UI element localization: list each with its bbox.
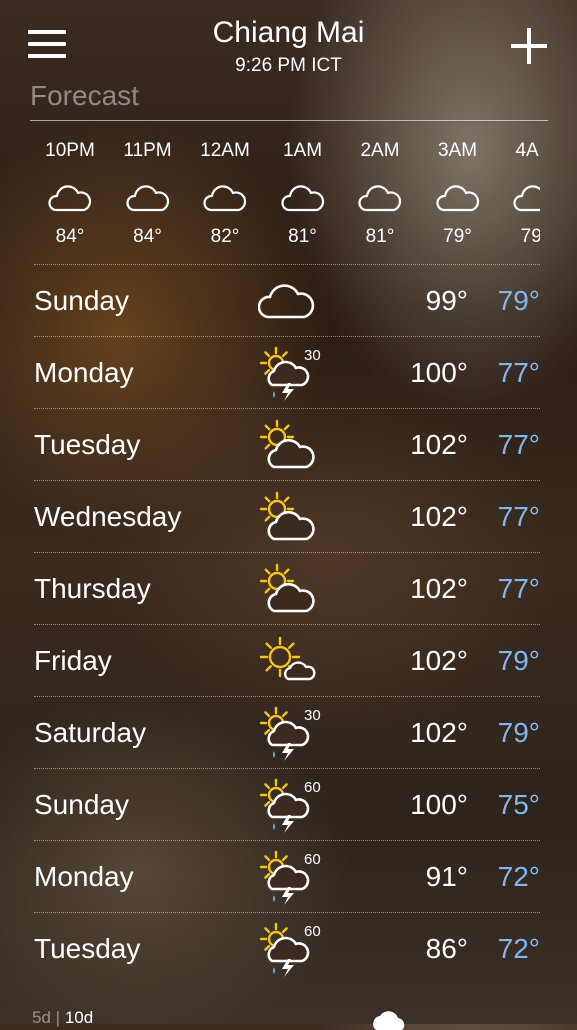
- mostly-sunny-icon: [258, 633, 316, 689]
- cloud-icon: [48, 180, 92, 212]
- city-name: Chiang Mai: [212, 16, 365, 49]
- cloud-icon: [125, 180, 170, 212]
- cloud-icon: [513, 180, 540, 212]
- hour-label: 12AM: [200, 140, 250, 161]
- high-temperature: 100°: [410, 789, 468, 820]
- low-temperature: 79°: [497, 645, 540, 676]
- high-temperature: 86°: [425, 933, 468, 964]
- 10-day-option[interactable]: 10d: [65, 1008, 93, 1027]
- low-temperature: 77°: [497, 429, 540, 460]
- high-temperature: 102°: [410, 645, 468, 676]
- range-toggle: 5d | 10d: [32, 1008, 93, 1028]
- day-name: Thursday: [34, 573, 151, 604]
- hour-temperature: 79°: [443, 226, 472, 247]
- low-temperature: 75°: [497, 789, 540, 820]
- precipitation-chance: 60: [304, 779, 321, 796]
- hour-label: 3AM: [437, 140, 478, 161]
- high-temperature: 102°: [410, 429, 468, 460]
- daily-forecast-row[interactable]: Monday 60 91° 72°: [34, 840, 540, 913]
- hour-temperature: 79°: [520, 226, 540, 247]
- section-divider: [30, 120, 548, 121]
- forecast-title: Forecast: [30, 80, 139, 111]
- partly-cloudy-icon: [258, 561, 316, 617]
- partly-cloudy-icon: [258, 489, 316, 545]
- hour-temperature: 84°: [55, 226, 85, 247]
- daily-forecast-row[interactable]: Monday 30 100° 77°: [34, 336, 540, 409]
- hour-label: 11PM: [123, 140, 172, 161]
- day-name: Friday: [34, 645, 112, 676]
- hourly-forecast-strip[interactable]: 10PM 84° 11PM 84° 12AM 82° 1AM 81° 2AM 81° 3AM 79° 4…: [32, 140, 540, 252]
- low-temperature: 77°: [497, 501, 540, 532]
- hour-temperature: 81°: [288, 226, 317, 247]
- precipitation-chance: 60: [304, 923, 321, 940]
- hourly-item: 1AM 81°: [264, 140, 342, 248]
- hourly-item: 10PM 84°: [32, 140, 109, 248]
- cloud-icon: [203, 180, 247, 212]
- high-temperature: 100°: [410, 357, 468, 388]
- day-name: Monday: [34, 357, 134, 388]
- daily-forecast-row[interactable]: Friday 102° 79°: [34, 624, 540, 697]
- hourly-item: 4AM 79°: [496, 140, 540, 248]
- daily-forecast-row[interactable]: Thursday 102° 77°: [34, 552, 540, 625]
- day-name: Tuesday: [34, 933, 141, 964]
- hourly-item: 2AM 81°: [341, 140, 419, 248]
- daily-forecast-row[interactable]: Wednesday 102° 77°: [34, 480, 540, 553]
- low-temperature: 77°: [497, 573, 540, 604]
- day-name: Wednesday: [34, 501, 182, 532]
- cloud-icon: [280, 180, 325, 212]
- plus-icon[interactable]: [511, 28, 547, 64]
- high-temperature: 102°: [410, 573, 468, 604]
- hour-label: 4AM: [515, 140, 540, 161]
- day-name: Saturday: [34, 717, 147, 748]
- low-temperature: 77°: [497, 357, 540, 388]
- day-name: Tuesday: [34, 429, 141, 460]
- high-temperature: 91°: [425, 861, 468, 892]
- low-temperature: 72°: [497, 861, 540, 892]
- hourly-item: 11PM 84°: [109, 140, 187, 248]
- daily-forecast-row[interactable]: Saturday 30 102° 79°: [34, 696, 540, 769]
- partly-cloudy-icon: [258, 417, 316, 473]
- cloud-icon: [435, 180, 480, 212]
- hour-temperature: 82°: [210, 226, 240, 247]
- high-temperature: 99°: [425, 285, 468, 316]
- hour-label: 10PM: [45, 140, 95, 161]
- 5-day-option[interactable]: 5d: [32, 1008, 51, 1027]
- daily-forecast-row[interactable]: Tuesday 102° 77°: [34, 408, 540, 481]
- low-temperature: 72°: [497, 933, 540, 964]
- cloud-icon: [257, 273, 316, 329]
- hourly-item: 3AM 79°: [419, 140, 497, 248]
- hour-label: 1AM: [282, 140, 323, 161]
- cloud-icon: [358, 180, 402, 212]
- hourly-item: 12AM 82°: [186, 140, 264, 248]
- precipitation-chance: 30: [304, 707, 321, 724]
- precipitation-chance: 30: [304, 347, 321, 364]
- day-name: Monday: [34, 861, 134, 892]
- separator: |: [55, 1008, 61, 1027]
- daily-forecast-row[interactable]: Tuesday 60 86° 72°: [34, 912, 540, 985]
- hour-temperature: 81°: [365, 226, 395, 247]
- high-temperature: 102°: [410, 501, 468, 532]
- day-name: Sunday: [34, 789, 129, 820]
- low-temperature: 79°: [497, 285, 540, 316]
- daily-forecast-row[interactable]: Sunday 99° 79°: [34, 264, 540, 337]
- low-temperature: 79°: [497, 717, 540, 748]
- header: Chiang Mai 9:26 PM ICT: [0, 0, 577, 80]
- cloud-icon[interactable]: [368, 1010, 408, 1030]
- local-time: 9:26 PM ICT: [235, 55, 342, 76]
- precipitation-chance: 60: [304, 851, 321, 868]
- hour-temperature: 84°: [133, 226, 162, 247]
- day-name: Sunday: [34, 285, 129, 316]
- high-temperature: 102°: [410, 717, 468, 748]
- daily-forecast-row[interactable]: Sunday 60 100° 75°: [34, 768, 540, 841]
- hour-label: 2AM: [360, 140, 400, 161]
